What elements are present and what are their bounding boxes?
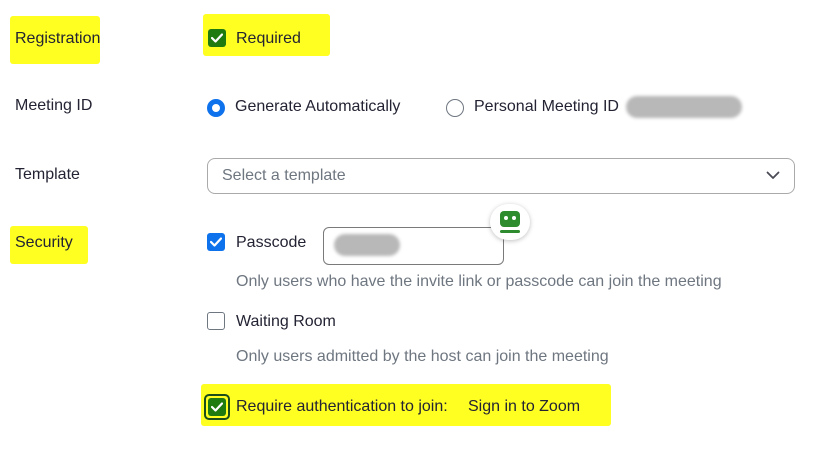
template-select[interactable]: Select a template [207,158,795,194]
authentication-checkbox[interactable] [208,398,226,416]
chevron-down-icon [766,171,780,179]
authentication-value[interactable]: Sign in to Zoom [468,397,580,417]
passcode-input[interactable] [323,227,504,265]
check-icon [211,33,223,43]
password-manager-icon[interactable] [490,204,530,240]
personal-meeting-id-label: Personal Meeting ID [474,98,619,115]
registration-required-checkbox[interactable] [208,29,226,47]
template-label: Template [15,166,80,183]
registration-required-label: Required [236,30,301,47]
waiting-room-hint: Only users admitted by the host can join… [236,348,609,365]
template-select-placeholder: Select a template [222,167,346,184]
redacted-meeting-id [626,96,742,118]
authentication-label: Require authentication to join: [236,398,448,415]
waiting-room-label: Waiting Room [236,313,336,330]
security-label: Security [15,234,73,251]
waiting-room-checkbox[interactable] [207,312,225,330]
passcode-label: Passcode [236,234,307,251]
passcode-checkbox[interactable] [207,233,225,251]
passcode-hint: Only users who have the invite link or p… [236,273,722,290]
check-icon [211,402,223,412]
check-icon [210,237,222,247]
registration-label: Registration [15,30,101,47]
redacted-passcode [334,234,400,256]
generate-automatically-label: Generate Automatically [235,98,401,115]
personal-meeting-id-radio[interactable] [446,99,464,117]
generate-automatically-radio[interactable] [207,99,225,117]
meeting-id-label: Meeting ID [15,97,93,114]
